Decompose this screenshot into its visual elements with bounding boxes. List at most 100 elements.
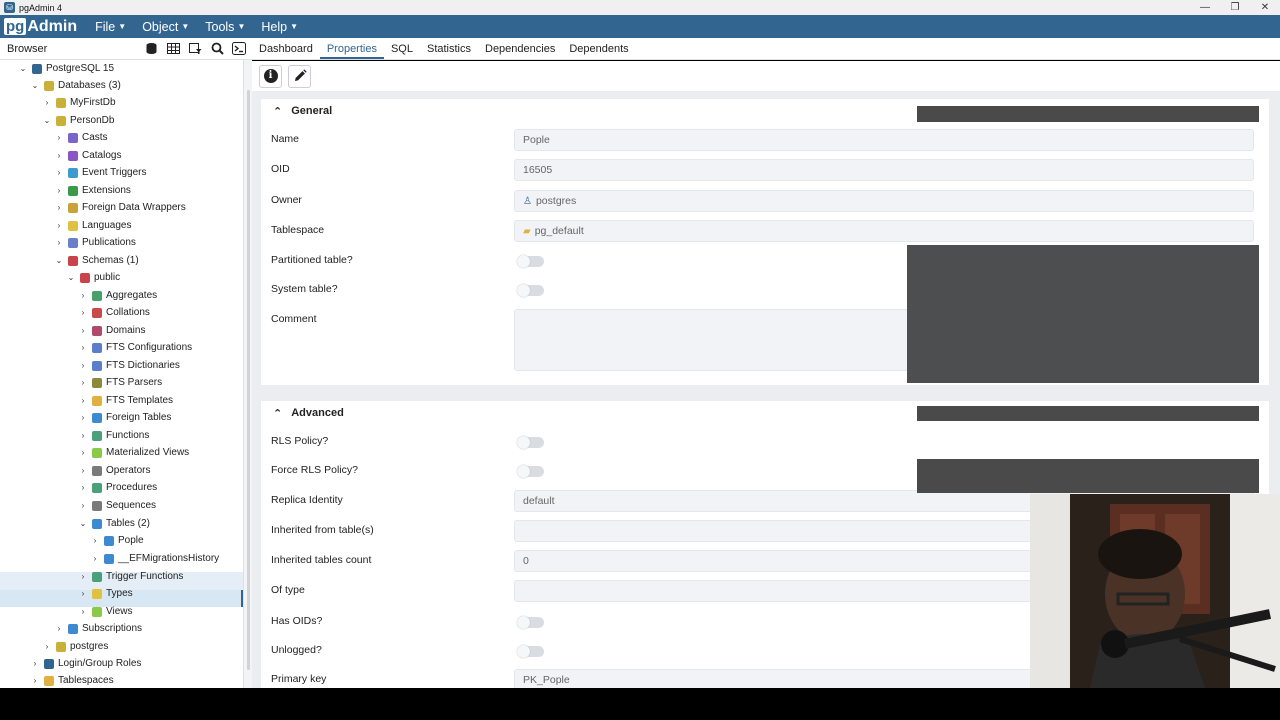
tree-item[interactable]: › Extensions <box>54 182 131 199</box>
chevron-right-icon[interactable]: › <box>78 466 88 475</box>
tree-item[interactable]: › postgres <box>42 638 109 655</box>
chevron-down-icon[interactable]: ⌄ <box>54 256 64 265</box>
chevron-down-icon[interactable]: ⌄ <box>78 519 88 528</box>
tree-item[interactable]: › Languages <box>54 217 132 234</box>
tree-item[interactable]: › FTS Templates <box>78 392 173 409</box>
unlogged-toggle[interactable] <box>517 645 544 658</box>
chevron-right-icon[interactable]: › <box>78 572 88 581</box>
chevron-right-icon[interactable]: › <box>54 186 64 195</box>
tree-item[interactable]: › Types <box>78 585 133 602</box>
rls-toggle[interactable] <box>517 436 544 449</box>
tree-item[interactable]: › Casts <box>54 129 108 146</box>
tree-item[interactable]: › Operators <box>78 462 151 479</box>
chevron-right-icon[interactable]: › <box>90 536 100 545</box>
chevron-right-icon[interactable]: › <box>54 238 64 247</box>
tree-item[interactable]: › Catalogs <box>54 147 122 164</box>
chevron-right-icon[interactable]: › <box>54 168 64 177</box>
chevron-right-icon[interactable]: › <box>78 361 88 370</box>
chevron-down-icon[interactable]: ⌄ <box>42 116 52 125</box>
chevron-right-icon[interactable]: › <box>54 151 64 160</box>
search-icon[interactable] <box>208 40 226 58</box>
chevron-right-icon[interactable]: › <box>54 624 64 633</box>
tree-item[interactable]: › Procedures <box>78 479 157 496</box>
object-explorer-query-icon[interactable] <box>142 40 160 58</box>
tab-sql[interactable]: SQL <box>384 43 420 59</box>
chevron-right-icon[interactable]: › <box>78 378 88 387</box>
psql-terminal-icon[interactable] <box>230 40 248 58</box>
tab-dashboard[interactable]: Dashboard <box>252 43 320 59</box>
tree-item[interactable]: › Publications <box>54 234 136 251</box>
tab-statistics[interactable]: Statistics <box>420 43 478 59</box>
chevron-right-icon[interactable]: › <box>78 483 88 492</box>
filter-rows-icon[interactable] <box>186 40 204 58</box>
force-rls-toggle[interactable] <box>517 465 544 478</box>
chevron-right-icon[interactable]: › <box>78 448 88 457</box>
tab-properties[interactable]: Properties <box>319 43 384 59</box>
tree-item[interactable]: › Subscriptions <box>54 620 142 637</box>
tree-item[interactable]: › Trigger Functions <box>78 568 184 585</box>
has-oids-toggle[interactable] <box>517 616 544 629</box>
chevron-right-icon[interactable]: › <box>78 396 88 405</box>
chevron-right-icon[interactable]: › <box>42 98 52 107</box>
menu-file[interactable]: File ▼ <box>95 20 126 34</box>
tree-item[interactable]: ⌄ PersonDb <box>42 112 115 129</box>
tree-item[interactable]: ⌄ public <box>66 269 121 286</box>
chevron-right-icon[interactable]: › <box>78 308 88 317</box>
tree-item[interactable]: › Foreign Data Wrappers <box>54 199 186 216</box>
chevron-right-icon[interactable]: › <box>78 589 88 598</box>
tab-dependents[interactable]: Dependents <box>562 43 635 59</box>
tree-item[interactable]: › Collations <box>78 304 150 321</box>
chevron-right-icon[interactable]: › <box>78 607 88 616</box>
tree-item[interactable]: ⌄ Schemas (1) <box>54 252 139 269</box>
tablespace-field[interactable]: ▰ pg_default <box>514 220 1254 242</box>
chevron-right-icon[interactable]: › <box>54 133 64 142</box>
chevron-right-icon[interactable]: › <box>78 413 88 422</box>
chevron-down-icon[interactable]: ⌄ <box>66 273 76 282</box>
restore-icon[interactable]: ❐ <box>1220 0 1250 15</box>
chevron-right-icon[interactable]: › <box>90 554 100 563</box>
tree-item[interactable]: › Sequences <box>78 497 156 514</box>
tree-item[interactable]: › Materialized Views <box>78 444 190 461</box>
tree-item[interactable]: › Views <box>78 603 133 620</box>
chevron-right-icon[interactable]: › <box>42 642 52 651</box>
tree-item[interactable]: › FTS Configurations <box>78 339 193 356</box>
chevron-right-icon[interactable]: › <box>54 203 64 212</box>
menu-tools[interactable]: Tools ▼ <box>205 20 245 34</box>
tree-item[interactable]: › Pople <box>90 532 144 549</box>
chevron-down-icon[interactable]: ⌄ <box>18 64 28 73</box>
chevron-right-icon[interactable]: › <box>78 291 88 300</box>
tree-item[interactable]: ⌄ Databases (3) <box>30 77 121 94</box>
oid-field[interactable]: 16505 <box>514 159 1254 181</box>
panel-splitter[interactable] <box>243 60 252 688</box>
info-button[interactable]: i <box>259 64 282 88</box>
tree-item[interactable]: › FTS Dictionaries <box>78 357 180 374</box>
chevron-right-icon[interactable]: › <box>78 326 88 335</box>
tree-item[interactable]: › __EFMigrationsHistory <box>90 550 220 567</box>
system-toggle[interactable] <box>517 284 544 297</box>
menu-help[interactable]: Help ▼ <box>261 20 298 34</box>
name-field[interactable]: Pople <box>514 129 1254 151</box>
chevron-right-icon[interactable]: › <box>30 659 40 668</box>
partitioned-toggle[interactable] <box>517 255 544 268</box>
tab-dependencies[interactable]: Dependencies <box>478 43 562 59</box>
chevron-right-icon[interactable]: › <box>30 676 40 685</box>
edit-button[interactable] <box>288 64 311 88</box>
tree-item[interactable]: › FTS Parsers <box>78 374 162 391</box>
owner-field[interactable]: ♙ postgres <box>514 190 1254 212</box>
tree-item[interactable]: › Event Triggers <box>54 164 147 181</box>
minimize-icon[interactable]: — <box>1190 0 1220 15</box>
tree-item[interactable]: › Functions <box>78 427 150 444</box>
view-data-grid-icon[interactable] <box>164 40 182 58</box>
chevron-right-icon[interactable]: › <box>78 343 88 352</box>
tree-item[interactable]: › Aggregates <box>78 287 158 304</box>
chevron-down-icon[interactable]: ⌄ <box>30 81 40 90</box>
tree-item[interactable]: › Tablespaces <box>30 672 114 688</box>
chevron-right-icon[interactable]: › <box>54 221 64 230</box>
tree-item[interactable]: ⌄ Tables (2) <box>78 515 150 532</box>
tree-item[interactable]: ⌄ PostgreSQL 15 <box>18 60 114 77</box>
chevron-right-icon[interactable]: › <box>78 431 88 440</box>
tree-item[interactable]: › Login/Group Roles <box>30 655 142 672</box>
chevron-right-icon[interactable]: › <box>78 501 88 510</box>
menu-object[interactable]: Object ▼ <box>142 20 189 34</box>
tree-item[interactable]: › MyFirstDb <box>42 94 116 111</box>
